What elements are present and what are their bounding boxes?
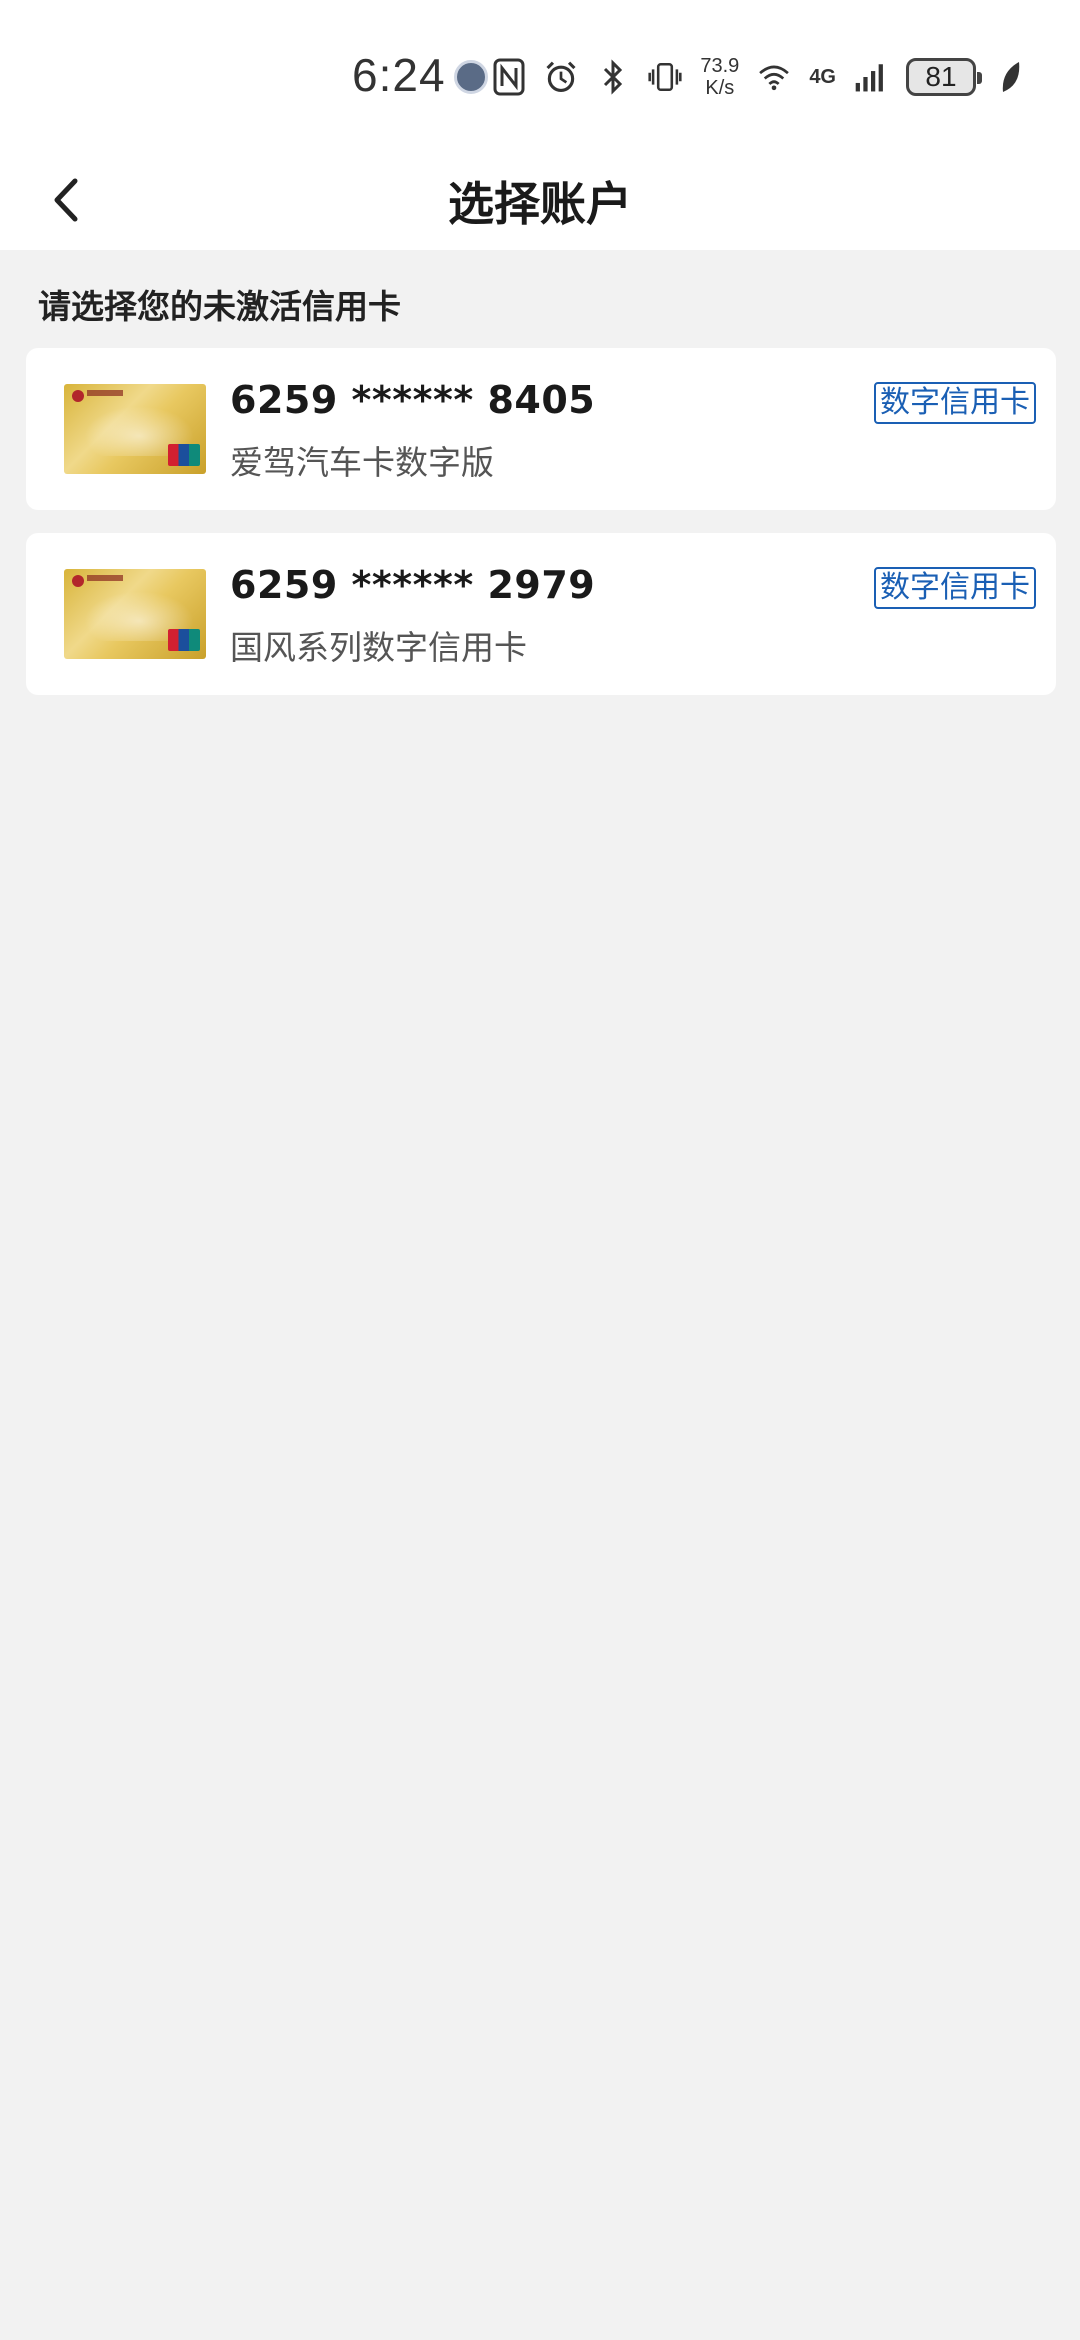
net-speed: 73.9 K/s [700,55,739,99]
bank-logo-icon [72,575,84,587]
card-name: 爱驾汽车卡数字版 [230,443,494,482]
nav-bar: 选择账户 [0,150,1080,250]
network-type: 4G [809,65,836,88]
status-icons: 73.9 K/s 4G 81 [492,52,1028,102]
card-image [64,569,206,659]
card-type-badge: 数字信用卡 [874,382,1036,424]
battery-icon: 81 [906,58,982,96]
card-number: 6259 ****** 2979 [230,563,596,607]
unionpay-icon [168,629,200,651]
vibrate-icon [648,57,682,97]
section-title: 请选择您的未激活信用卡 [38,287,401,326]
page-title: 选择账户 [448,177,632,231]
card-list-item[interactable]: 6259 ****** 8405 爱驾汽车卡数字版 数字信用卡 [26,348,1056,510]
alarm-icon [544,57,578,97]
status-bar: 6:24 73.9 K/s 4G 81 [0,0,1080,150]
bank-logo-icon [72,390,84,402]
unionpay-icon [168,444,200,466]
app-notification-icon [454,60,488,94]
card-number: 6259 ****** 8405 [230,378,596,422]
card-name: 国风系列数字信用卡 [230,628,527,667]
card-list-item[interactable]: 6259 ****** 2979 国风系列数字信用卡 数字信用卡 [26,533,1056,695]
bluetooth-icon [596,57,630,97]
signal-icon [854,57,888,97]
nfc-icon [492,57,526,97]
wifi-icon [757,57,791,97]
net-speed-value: 73.9 [700,55,740,77]
card-type-badge: 数字信用卡 [874,567,1036,609]
leaf-icon [994,57,1028,97]
net-speed-unit: K/s [705,77,735,99]
card-image [64,384,206,474]
status-time: 6:24 [352,49,446,101]
